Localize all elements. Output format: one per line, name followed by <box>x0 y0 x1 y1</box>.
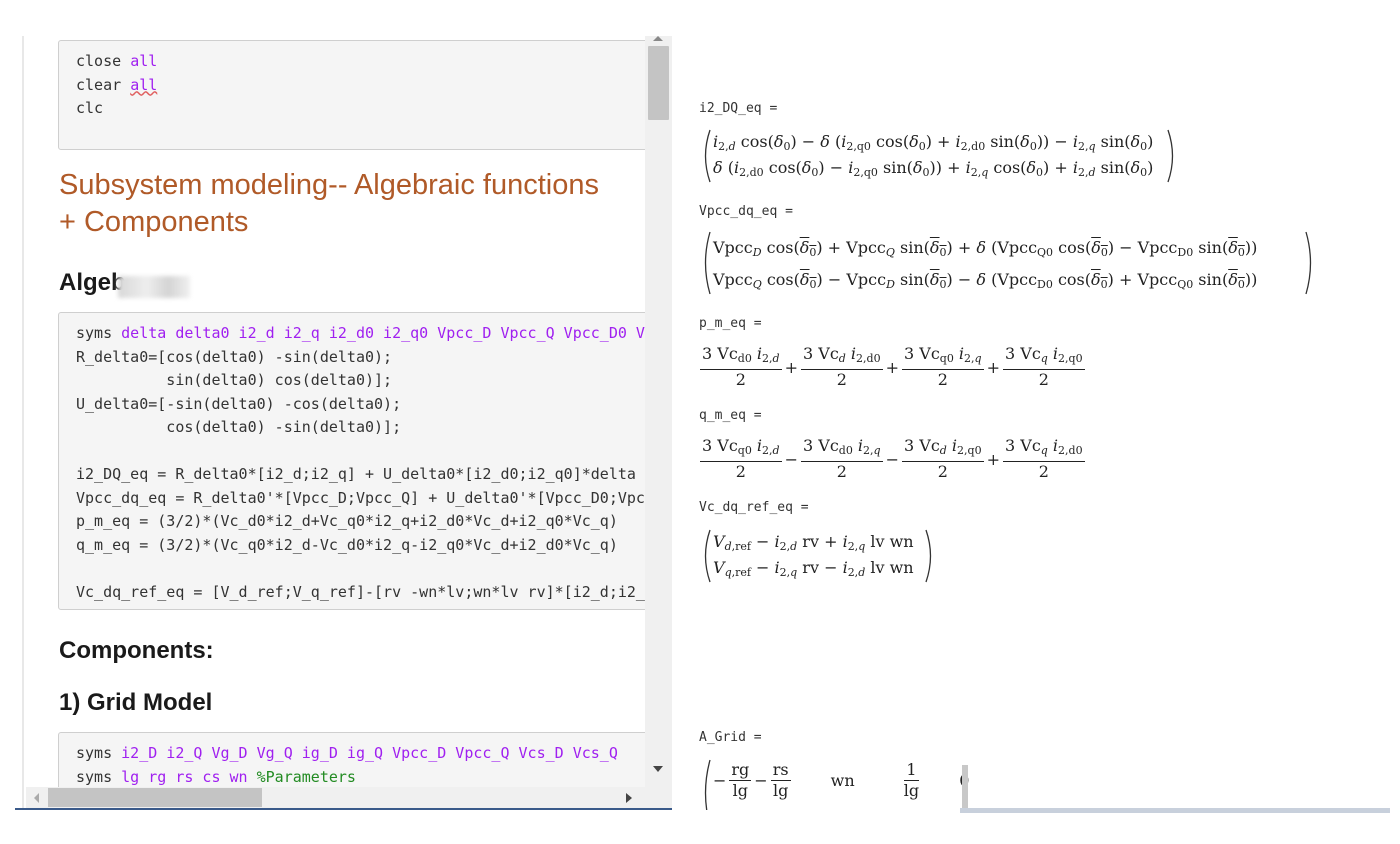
scroll-up-arrow-icon[interactable] <box>653 36 663 41</box>
code-line[interactable]: clc <box>76 97 645 121</box>
code-line[interactable]: syms i2_D i2_Q Vg_D Vg_Q ig_D ig_Q Vpcc_… <box>76 742 645 766</box>
vertical-scrollbar[interactable] <box>645 36 672 808</box>
output-matrix-i2-dq: i2,d cos(δ0) − δ (i2,q0 cos(δ0) + i2,d0 … <box>699 128 1179 184</box>
output-matrix-vpcc-dq: VpccD cos(δ0) + VpccQ sin(δ0) + δ (VpccQ… <box>699 230 1319 296</box>
output-scroll-handle[interactable] <box>962 765 968 813</box>
code-line[interactable]: U_delta0=[-sin(delta0) -cos(delta0); <box>76 393 645 417</box>
left-paren-icon <box>704 529 711 583</box>
code-text: Vpcc_dq_eq = R_delta0'*[Vpcc_D;Vpcc_Q] +… <box>76 488 645 507</box>
code-text: cos(delta0) -sin(delta0)]; <box>76 418 402 436</box>
output-horizontal-scrollbar[interactable] <box>960 808 1390 813</box>
left-paren-icon <box>704 231 711 295</box>
code-line[interactable]: p_m_eq = (3/2)*(Vc_d0*i2_d+Vc_q0*i2_q+i2… <box>76 510 645 534</box>
output-pane[interactable]: i2_DQ_eq = i2,d cos(δ0) − δ (i2,q0 cos(δ… <box>672 0 1400 844</box>
code-line[interactable]: syms delta delta0 i2_d i2_q i2_d0 i2_q0 … <box>76 322 645 346</box>
section-heading-algebraic: Algeb <box>59 269 126 296</box>
code-line[interactable]: close all <box>76 50 645 74</box>
code-line[interactable]: i2_DQ_eq = R_delta0*[i2_d;i2_q] + U_delt… <box>76 463 645 487</box>
output-expr-p-m: 3 Vcd0 i2,d 2 +3 Vcd i2,d0 2 +3 Vcq0 i2,q 2 +3… <box>700 344 1085 389</box>
code-text: syms <box>76 744 122 762</box>
code-keyword: lg rg rs cs wn <box>121 767 257 786</box>
code-text: q_m_eq = (3/2)*(Vc_q0*i2_d-Vc_d0*i2_q-i2… <box>76 535 618 554</box>
output-matrix-a-grid: −rglg−rslg wn 1lg 0 <box>699 758 989 810</box>
code-comment: %Parameters <box>256 767 356 786</box>
output-label-q-m: q_m_eq = <box>699 408 762 423</box>
right-paren-icon <box>925 529 932 583</box>
code-line[interactable]: cos(delta0) -sin(delta0)]; <box>76 416 645 440</box>
code-text: Vc_dq_ref_eq = [V_d_ref;V_q_ref]-[rv -wn… <box>76 582 645 601</box>
blurred-text-region <box>118 276 190 298</box>
code-text: syms <box>76 767 122 786</box>
section-heading-subsystem: Subsystem modeling-- Algebraic functions… <box>59 169 599 238</box>
left-paren-icon <box>704 129 711 183</box>
code-keyword: all <box>130 75 158 94</box>
code-line[interactable]: sin(delta0) cos(delta0)]; <box>76 369 645 393</box>
code-text: syms <box>76 324 122 342</box>
code-cell-setup[interactable]: close all clear all clc <box>58 40 645 150</box>
code-text: U_delta0=[-sin(delta0) -cos(delta0); <box>76 394 402 413</box>
code-line[interactable]: Vc_dq_ref_eq = [V_d_ref;V_q_ref]-[rv -wn… <box>76 581 645 605</box>
right-paren-icon <box>1305 231 1312 295</box>
code-text: p_m_eq = (3/2)*(Vc_d0*i2_d+Vc_q0*i2_q+i2… <box>76 512 618 530</box>
output-label-i2-dq: i2_DQ_eq = <box>699 101 778 116</box>
section-heading-components: Components: <box>59 637 214 664</box>
code-line[interactable]: Vpcc_dq_eq = R_delta0'*[Vpcc_D;Vpcc_Q] +… <box>76 487 645 511</box>
code-text: i2_DQ_eq = R_delta0*[i2_d;i2_q] + U_delt… <box>76 465 636 483</box>
scroll-right-arrow-icon[interactable] <box>626 793 632 803</box>
code-line[interactable] <box>76 557 645 581</box>
code-cell-grid-model[interactable]: syms i2_D i2_Q Vg_D Vg_Q ig_D ig_Q Vpcc_… <box>58 732 645 794</box>
output-label-p-m: p_m_eq = <box>699 316 762 331</box>
horizontal-scroll-thumb[interactable] <box>48 788 262 807</box>
code-line[interactable]: R_delta0=[cos(delta0) -sin(delta0); <box>76 346 645 370</box>
code-line[interactable]: syms lg rg rs cs wn %Parameters <box>76 766 645 790</box>
right-paren-icon <box>1167 129 1174 183</box>
code-text: clear <box>76 75 131 94</box>
code-text: clc <box>76 99 104 117</box>
horizontal-scrollbar[interactable] <box>26 787 645 808</box>
output-label-vpcc-dq: Vpcc_dq_eq = <box>699 204 793 219</box>
code-cell-algebraic[interactable]: syms delta delta0 i2_d i2_q i2_d0 i2_q0 … <box>58 312 645 610</box>
vertical-scroll-thumb[interactable] <box>648 46 669 120</box>
output-matrix-vc-dq-ref: Vd,ref − i2,d rv + i2,q lv wn Vq,ref − i… <box>699 528 939 584</box>
code-keyword: i2_D i2_Q Vg_D Vg_Q ig_D ig_Q Vpcc_D Vpc… <box>121 744 618 762</box>
editor-content: close all clear all clc Subsystem modeling… <box>0 36 645 794</box>
scroll-left-arrow-icon[interactable] <box>34 793 39 803</box>
code-text: R_delta0=[cos(delta0) -sin(delta0); <box>76 347 393 366</box>
code-line[interactable]: clear all <box>76 74 645 98</box>
code-text: close <box>76 52 131 70</box>
code-keyword: all <box>130 52 158 70</box>
output-label-a-grid: A_Grid = <box>699 730 762 745</box>
code-keyword: delta delta0 i2_d i2_q i2_d0 i2_q0 Vpcc_… <box>121 324 645 342</box>
output-expr-q-m: 3 Vcq0 i2,d 2−3 Vcd0 i2,q 2−3 Vcd i2,q0 2 +3… <box>700 436 1085 481</box>
section-heading-grid-model: 1) Grid Model <box>59 689 213 716</box>
live-script-editor[interactable]: close all clear all clc Subsystem modeling… <box>0 36 672 808</box>
scroll-down-arrow-icon[interactable] <box>653 766 663 772</box>
code-line[interactable] <box>76 440 645 464</box>
code-text: sin(delta0) cos(delta0)]; <box>76 371 393 389</box>
output-label-vc-dq-ref: Vc_dq_ref_eq = <box>699 500 809 515</box>
code-line[interactable]: q_m_eq = (3/2)*(Vc_q0*i2_d-Vc_d0*i2_q-i2… <box>76 534 645 558</box>
